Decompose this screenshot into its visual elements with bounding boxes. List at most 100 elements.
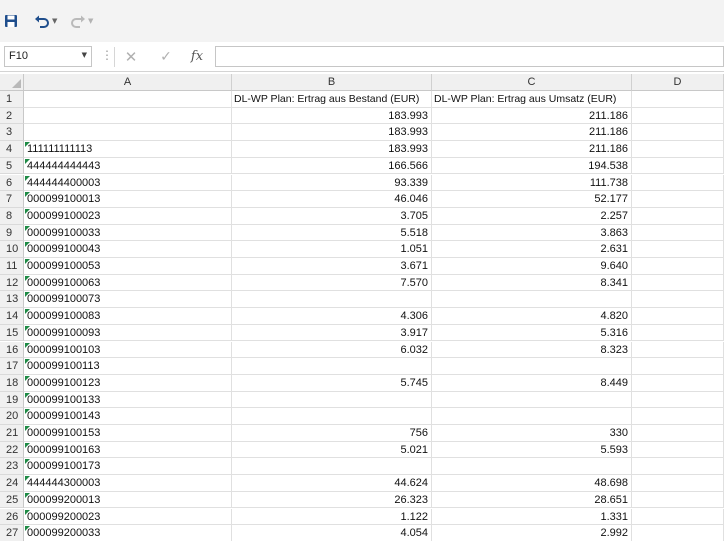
cell-a[interactable]: 000099100173 — [24, 458, 232, 476]
cell-c[interactable]: 211.186 — [432, 141, 632, 158]
row-header[interactable]: 7 — [0, 191, 24, 208]
cell-c[interactable] — [432, 458, 632, 476]
cell-c[interactable] — [432, 291, 632, 309]
cell-a[interactable]: 000099100123 — [24, 374, 232, 392]
row-header[interactable]: 3 — [0, 124, 24, 142]
row-header[interactable]: 22 — [0, 441, 24, 459]
cell-c[interactable]: 8.341 — [432, 274, 632, 292]
row-header[interactable]: 1 — [0, 91, 24, 108]
redo-button[interactable]: ▼ — [70, 10, 98, 32]
row-header[interactable]: 27 — [0, 525, 24, 541]
cell-c[interactable]: 2.992 — [432, 525, 632, 541]
cell-b[interactable]: 5.518 — [232, 224, 432, 242]
cell-c[interactable]: 211.186 — [432, 124, 632, 142]
cell-d[interactable] — [632, 391, 724, 409]
formula-input[interactable] — [215, 46, 724, 67]
insert-function-button[interactable]: fx — [186, 46, 208, 67]
cell-b[interactable]: 183.993 — [232, 141, 432, 158]
worksheet-grid[interactable]: A B C D 1 DL-WP Plan: Ertrag aus Bestand … — [0, 74, 724, 541]
cell-d[interactable] — [632, 107, 724, 125]
cell-a[interactable]: 000099100043 — [24, 241, 232, 258]
cell-d[interactable] — [632, 157, 724, 175]
cell-d[interactable] — [632, 508, 724, 526]
cell-b[interactable] — [232, 358, 432, 375]
more-options-icon[interactable]: ⋮ — [101, 48, 113, 62]
row-header[interactable]: 12 — [0, 274, 24, 292]
cell-c[interactable]: 3.863 — [432, 224, 632, 242]
cell-b[interactable]: 3.705 — [232, 207, 432, 225]
cell-a[interactable] — [24, 124, 232, 142]
cell-a[interactable]: 444444444443 — [24, 157, 232, 175]
cell-b[interactable]: 7.570 — [232, 274, 432, 292]
cell-d[interactable] — [632, 224, 724, 242]
column-header-d[interactable]: D — [632, 74, 724, 91]
cell-a[interactable]: 444444300003 — [24, 475, 232, 492]
row-header[interactable]: 6 — [0, 174, 24, 192]
cell-a[interactable]: 000099100113 — [24, 358, 232, 375]
row-header[interactable]: 19 — [0, 391, 24, 409]
cell-b[interactable]: 44.624 — [232, 475, 432, 492]
cell-c[interactable]: 48.698 — [432, 475, 632, 492]
select-all-button[interactable] — [0, 74, 24, 91]
undo-dropdown-icon[interactable]: ▼ — [52, 17, 57, 25]
row-header[interactable]: 11 — [0, 258, 24, 275]
cell-d[interactable] — [632, 491, 724, 509]
cell-a[interactable]: 000099100093 — [24, 324, 232, 342]
undo-button[interactable]: ▼ — [34, 10, 64, 32]
row-header[interactable]: 20 — [0, 408, 24, 425]
cell-c[interactable] — [432, 408, 632, 425]
cell-b[interactable]: 1.122 — [232, 508, 432, 526]
cell-b[interactable]: 46.046 — [232, 191, 432, 208]
row-header[interactable]: 5 — [0, 157, 24, 175]
cell-d[interactable] — [632, 324, 724, 342]
row-header[interactable]: 16 — [0, 341, 24, 359]
cell-b[interactable]: 756 — [232, 425, 432, 442]
cell-d[interactable] — [632, 441, 724, 459]
cell-a[interactable]: 000099100023 — [24, 207, 232, 225]
row-header[interactable]: 25 — [0, 491, 24, 509]
cell-c[interactable]: 211.186 — [432, 107, 632, 125]
cell-a[interactable]: 000099100013 — [24, 191, 232, 208]
column-header-a[interactable]: A — [24, 74, 232, 91]
cell-a[interactable]: 000099100153 — [24, 425, 232, 442]
cell-a[interactable]: 111111111113 — [24, 141, 232, 158]
cell-b[interactable]: 1.051 — [232, 241, 432, 258]
name-box[interactable]: F10 ▼ — [4, 46, 92, 67]
cell-d[interactable] — [632, 358, 724, 375]
cell-d[interactable] — [632, 341, 724, 359]
cell-a[interactable]: 000099200013 — [24, 491, 232, 509]
cell-d[interactable] — [632, 408, 724, 425]
cell-c[interactable]: 8.449 — [432, 374, 632, 392]
row-header[interactable]: 8 — [0, 207, 24, 225]
cell-d[interactable] — [632, 191, 724, 208]
row-header[interactable]: 23 — [0, 458, 24, 476]
cell-c[interactable]: DL-WP Plan: Ertrag aus Umsatz (EUR) — [432, 91, 632, 108]
cell-c[interactable]: 8.323 — [432, 341, 632, 359]
cell-d[interactable] — [632, 258, 724, 275]
cell-d[interactable] — [632, 124, 724, 142]
cell-d[interactable] — [632, 91, 724, 108]
cell-b[interactable]: 5.745 — [232, 374, 432, 392]
cell-c[interactable]: 5.593 — [432, 441, 632, 459]
cell-b[interactable] — [232, 408, 432, 425]
cell-c[interactable]: 5.316 — [432, 324, 632, 342]
cancel-entry-button[interactable]: ✕ — [120, 46, 142, 67]
cell-c[interactable] — [432, 358, 632, 375]
cell-d[interactable] — [632, 525, 724, 541]
cell-c[interactable]: 4.820 — [432, 308, 632, 325]
cell-b[interactable]: 26.323 — [232, 491, 432, 509]
cell-d[interactable] — [632, 274, 724, 292]
cell-d[interactable] — [632, 374, 724, 392]
row-header[interactable]: 18 — [0, 374, 24, 392]
cell-b[interactable]: 3.671 — [232, 258, 432, 275]
row-header[interactable]: 15 — [0, 324, 24, 342]
cell-c[interactable]: 1.331 — [432, 508, 632, 526]
row-header[interactable]: 17 — [0, 358, 24, 375]
row-header[interactable]: 2 — [0, 107, 24, 125]
cell-b[interactable]: 6.032 — [232, 341, 432, 359]
enter-entry-button[interactable]: ✓ — [155, 46, 177, 67]
row-header[interactable]: 10 — [0, 241, 24, 258]
row-header[interactable]: 4 — [0, 141, 24, 158]
cell-b[interactable]: 3.917 — [232, 324, 432, 342]
row-header[interactable]: 24 — [0, 475, 24, 492]
